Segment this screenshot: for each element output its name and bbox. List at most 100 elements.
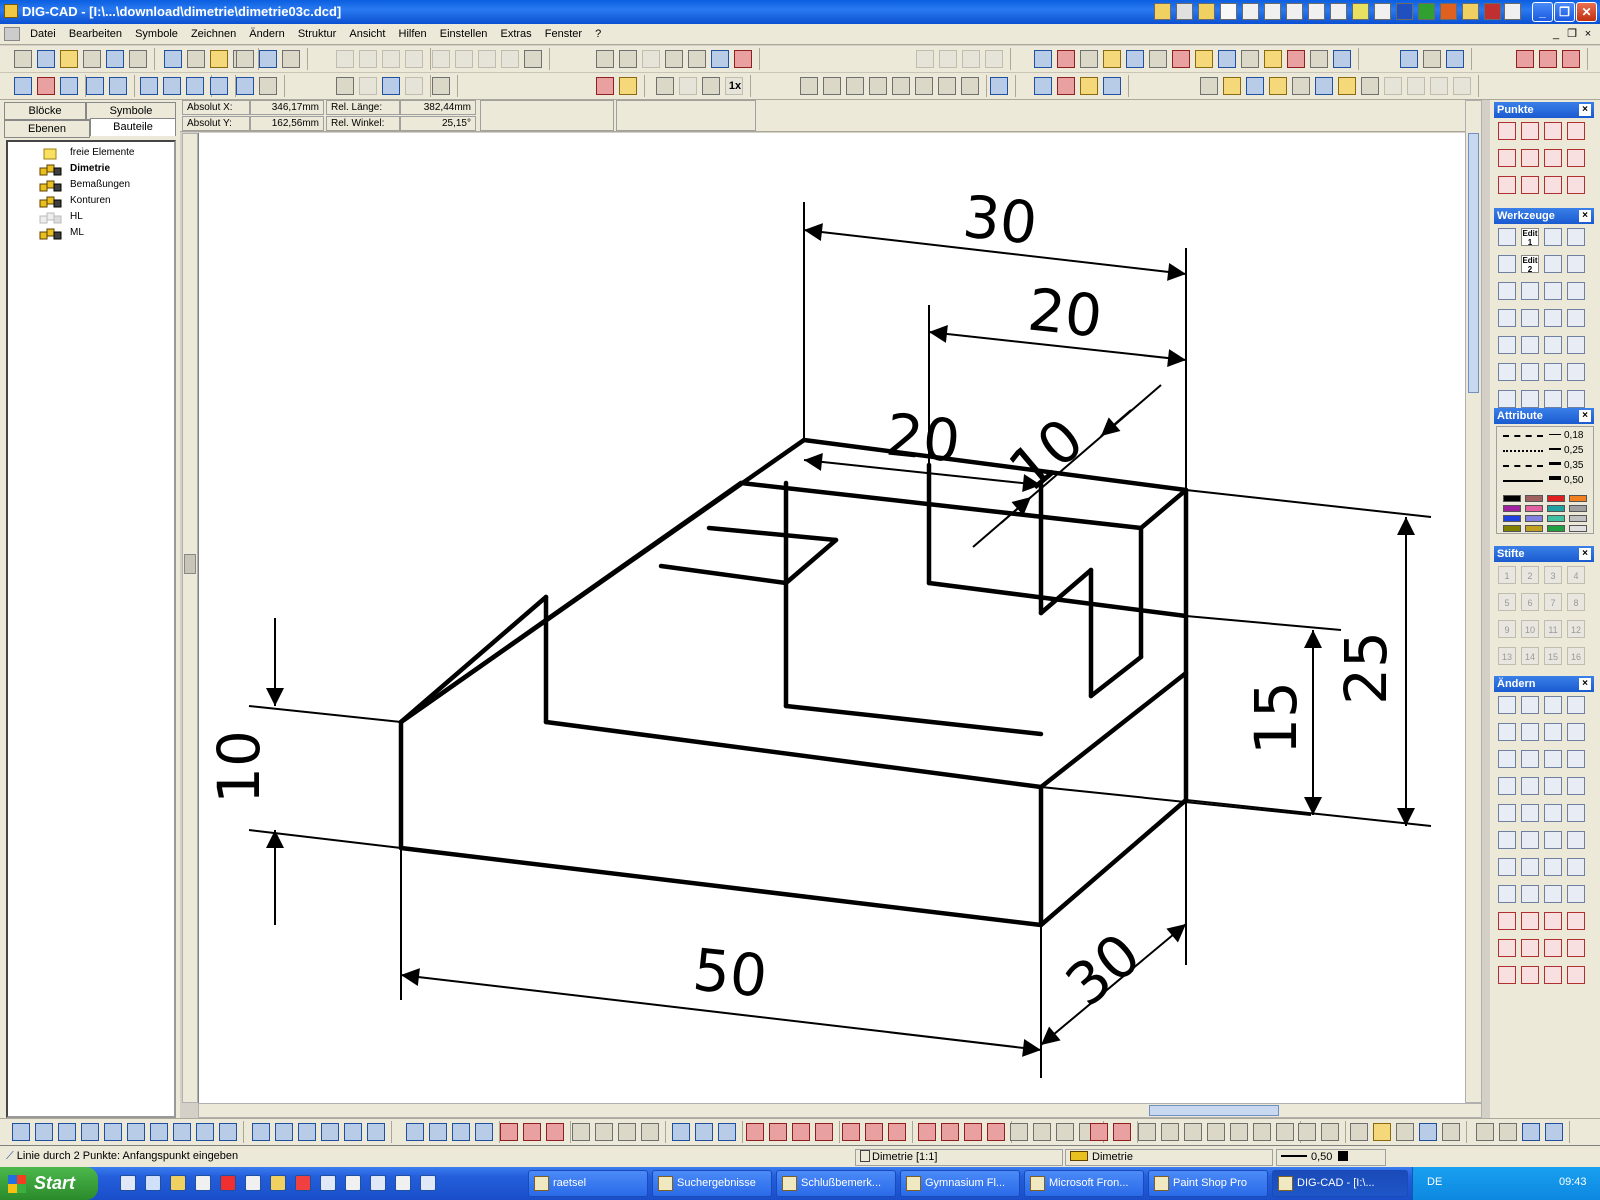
quicklaunch-icon[interactable]	[170, 1175, 186, 1191]
bottom-toolbar-button[interactable]	[429, 1123, 447, 1141]
point-tool-button[interactable]	[1544, 176, 1562, 194]
menu-bearbeiten[interactable]: Bearbeiten	[64, 24, 127, 40]
drawing-tool-button[interactable]	[1521, 309, 1539, 327]
toolbar-button[interactable]	[869, 77, 887, 95]
line-style-option[interactable]	[1503, 480, 1543, 482]
toolbar-button[interactable]	[1269, 77, 1287, 95]
quicklaunch-icon[interactable]	[1462, 3, 1479, 20]
bottom-toolbar-button[interactable]	[1010, 1123, 1028, 1141]
left-vertical-scrollbar[interactable]	[182, 133, 198, 1103]
toolbar-button[interactable]	[140, 77, 158, 95]
bottom-toolbar-button[interactable]	[298, 1123, 316, 1141]
point-tool-button[interactable]	[1498, 176, 1516, 194]
toolbar-button[interactable]	[60, 77, 78, 95]
quicklaunch-icon[interactable]	[1352, 3, 1369, 20]
menu-aendern[interactable]: Ändern	[244, 24, 289, 40]
modify-tool-button[interactable]	[1521, 723, 1539, 741]
bottom-toolbar-button[interactable]	[1419, 1123, 1437, 1141]
modify-tool-button[interactable]	[1521, 696, 1539, 714]
bottom-toolbar-button[interactable]	[1396, 1123, 1414, 1141]
toolbar-button[interactable]	[432, 50, 450, 68]
toolbar-button[interactable]	[14, 50, 32, 68]
toolbar-button[interactable]	[1430, 77, 1448, 95]
bottom-toolbar-button[interactable]	[618, 1123, 636, 1141]
drawing-tool-button[interactable]	[1544, 363, 1562, 381]
toolbar-button[interactable]	[1539, 50, 1557, 68]
toolbar-button[interactable]	[1080, 50, 1098, 68]
color-swatch[interactable]	[1547, 505, 1565, 512]
modify-tool-button[interactable]	[1544, 885, 1562, 903]
modify-tool-button[interactable]	[1567, 750, 1585, 768]
toolbar-button[interactable]	[916, 50, 934, 68]
toolbar-button[interactable]	[405, 77, 423, 95]
drawing-tool-button[interactable]	[1567, 228, 1585, 246]
color-swatch[interactable]	[1503, 525, 1521, 532]
doc-restore-button[interactable]: ❐	[1564, 27, 1580, 41]
toolbar-button[interactable]	[106, 50, 124, 68]
toolbar-button[interactable]	[259, 50, 277, 68]
quicklaunch-icon[interactable]	[1264, 3, 1281, 20]
modify-tool-button[interactable]	[1567, 885, 1585, 903]
toolbar-button[interactable]	[382, 50, 400, 68]
doc-close-button[interactable]: ×	[1580, 27, 1596, 41]
panel-close-button[interactable]: ×	[1579, 410, 1591, 422]
quicklaunch-icon[interactable]	[1440, 3, 1457, 20]
bottom-toolbar-button[interactable]	[35, 1123, 53, 1141]
toolbar-button[interactable]	[1034, 50, 1052, 68]
toolbar-button[interactable]	[1333, 50, 1351, 68]
bottom-toolbar-button[interactable]	[815, 1123, 833, 1141]
drawing-tool-button[interactable]	[1521, 282, 1539, 300]
close-button[interactable]: ✕	[1576, 2, 1597, 22]
toolbar-button[interactable]	[1034, 77, 1052, 95]
modify-tool-button[interactable]	[1521, 912, 1539, 930]
drawing-tool-button[interactable]	[1498, 228, 1516, 246]
bottom-toolbar-button[interactable]	[500, 1123, 518, 1141]
bottom-toolbar-button[interactable]	[523, 1123, 541, 1141]
bottom-toolbar-button[interactable]	[196, 1123, 214, 1141]
quicklaunch-icon[interactable]	[120, 1175, 136, 1191]
bottom-toolbar-button[interactable]	[150, 1123, 168, 1141]
drawing-tool-button[interactable]	[1567, 309, 1585, 327]
quicklaunch-icon[interactable]	[1176, 3, 1193, 20]
toolbar-button[interactable]	[1246, 77, 1264, 95]
bottom-toolbar-button[interactable]	[367, 1123, 385, 1141]
taskbar-item-frontpage[interactable]: Microsoft Fron...	[1024, 1170, 1144, 1197]
modify-tool-button[interactable]	[1521, 939, 1539, 957]
bottom-toolbar-button[interactable]	[1276, 1123, 1294, 1141]
bottom-toolbar-button[interactable]	[595, 1123, 613, 1141]
drawing-tool-button[interactable]	[1521, 363, 1539, 381]
modify-tool-button[interactable]	[1498, 750, 1516, 768]
pen-button[interactable]: 2	[1521, 566, 1539, 584]
drawing-canvas[interactable]: 30 20 20 10 10 50 30 15 25	[198, 133, 1465, 1103]
bottom-toolbar-button[interactable]	[941, 1123, 959, 1141]
toolbar-button[interactable]	[596, 77, 614, 95]
bottom-toolbar-button[interactable]	[1230, 1123, 1248, 1141]
quicklaunch-icon[interactable]	[270, 1175, 286, 1191]
bottom-toolbar-button[interactable]	[219, 1123, 237, 1141]
taskbar-item-schlussbemerk[interactable]: Schlußbemerk...	[776, 1170, 896, 1197]
bottom-toolbar-button[interactable]	[452, 1123, 470, 1141]
toolbar-button[interactable]	[210, 50, 228, 68]
toolbar-button[interactable]	[1057, 50, 1075, 68]
menu-fenster[interactable]: Fenster	[540, 24, 587, 40]
bottom-toolbar-button[interactable]	[275, 1123, 293, 1141]
modify-tool-button[interactable]	[1498, 966, 1516, 984]
toolbar-button[interactable]	[129, 50, 147, 68]
toolbar-button[interactable]	[688, 50, 706, 68]
toolbar-button[interactable]	[800, 77, 818, 95]
color-swatch[interactable]	[1547, 525, 1565, 532]
toolbar-button[interactable]	[501, 50, 519, 68]
bottom-toolbar-button[interactable]	[12, 1123, 30, 1141]
tab-bauteile[interactable]: Bauteile	[90, 118, 176, 136]
quicklaunch-icon[interactable]	[1308, 3, 1325, 20]
quicklaunch-icon[interactable]	[1504, 3, 1521, 20]
status-layer[interactable]: Dimetrie	[1065, 1149, 1273, 1166]
toolbar-button[interactable]	[1562, 50, 1580, 68]
bottom-toolbar-button[interactable]	[1113, 1123, 1131, 1141]
point-tool-button[interactable]	[1567, 122, 1585, 140]
toolbar-button[interactable]	[711, 50, 729, 68]
modify-tool-button[interactable]	[1521, 966, 1539, 984]
line-style-option[interactable]	[1503, 450, 1543, 452]
point-tool-button[interactable]	[1567, 149, 1585, 167]
taskbar-item-gymnasium[interactable]: Gymnasium Fl...	[900, 1170, 1020, 1197]
